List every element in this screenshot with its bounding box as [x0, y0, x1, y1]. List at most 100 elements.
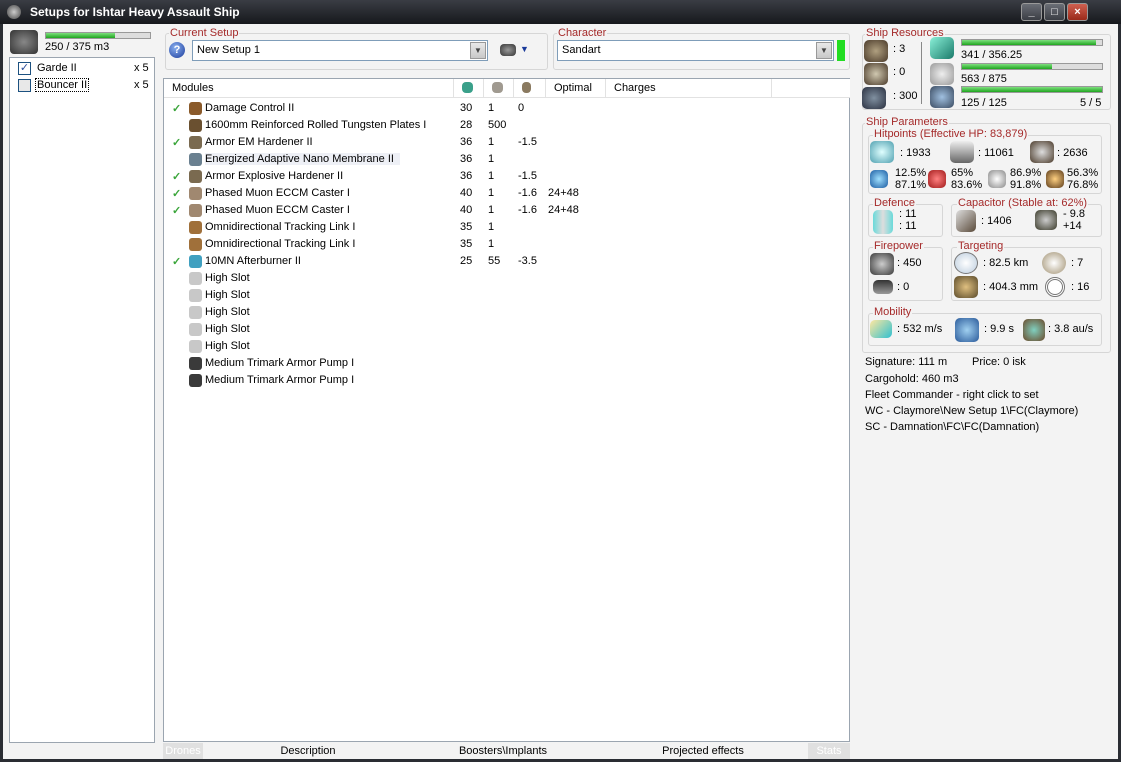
app-icon — [7, 5, 21, 19]
max-targets-value: : 7 — [1071, 257, 1084, 269]
tab-description[interactable]: Description — [203, 743, 413, 759]
module-row[interactable]: Omnidirectional Tracking Link I 35 1 — [164, 219, 844, 236]
explosive-resist-icon — [1046, 170, 1064, 188]
high-slot-icon — [189, 272, 202, 285]
module-row[interactable]: High Slot — [164, 304, 844, 321]
module-power: 500 — [488, 119, 507, 131]
module-capacitor: -1.5 — [518, 136, 537, 148]
drone-item[interactable]: Bouncer II x 5 — [16, 78, 156, 94]
launcher-slots: : 0 — [893, 66, 906, 78]
kinetic-armor-resist: 91.8% — [1010, 179, 1042, 191]
capacitor-icon — [956, 210, 976, 232]
tab-boosters-implants[interactable]: Boosters\Implants — [413, 743, 593, 759]
column-header-cpu[interactable] — [454, 79, 484, 98]
squad-commander[interactable]: SC - Damnation\FC\FC(Damnation) — [865, 421, 1039, 433]
calibration-icon — [862, 87, 886, 109]
drone-checkbox[interactable]: ✓ — [18, 62, 31, 75]
module-row[interactable]: ✓ Phased Muon ECCM Caster I 40 1 -1.6 24+48 — [164, 202, 844, 219]
drone-checkbox[interactable] — [18, 79, 31, 92]
targeting-label: Targeting — [957, 240, 1005, 252]
module-optimal: 24+48 — [548, 204, 579, 216]
module-row[interactable]: High Slot — [164, 287, 844, 304]
module-row[interactable]: High Slot — [164, 270, 844, 287]
module-power: 1 — [488, 238, 495, 250]
module-name: Damage Control II — [205, 102, 295, 114]
module-row[interactable]: ✓ Armor EM Hardener II 36 1 -1.5 — [164, 134, 844, 151]
column-header-charges[interactable]: Charges — [606, 79, 772, 98]
defence-value-b: : 11 — [899, 220, 917, 232]
module-row[interactable]: Medium Trimark Armor Pump I — [164, 355, 844, 372]
em-shield-resist: 12.5% — [895, 167, 927, 179]
fleet-commander[interactable]: Fleet Commander - right click to set — [865, 389, 1039, 401]
module-name: High Slot — [205, 272, 250, 284]
module-row[interactable]: Omnidirectional Tracking Link I 35 1 — [164, 236, 844, 253]
module-cpu: 35 — [460, 238, 473, 250]
setup-select[interactable]: New Setup 1 ▼ — [192, 40, 488, 61]
module-power: 1 — [488, 102, 495, 114]
module-power: 1 — [488, 187, 495, 199]
tab-stats[interactable]: Stats — [808, 743, 850, 759]
powergrid-value: 563 / 875 — [961, 73, 1007, 85]
tab-drones[interactable]: Drones — [163, 743, 203, 759]
module-name: High Slot — [205, 306, 250, 318]
module-name: Armor EM Hardener II — [205, 136, 313, 148]
minimize-button[interactable]: _ — [1021, 3, 1042, 21]
hitpoints-label: Hitpoints (Effective HP: 83,879) — [873, 128, 1029, 140]
active-check-icon: ✓ — [172, 103, 182, 115]
tab-projected-effects[interactable]: Projected effects — [593, 743, 813, 759]
thermal-resist-icon — [928, 170, 946, 188]
module-name: Armor Explosive Hardener II — [205, 170, 344, 182]
wing-commander[interactable]: WC - Claymore\New Setup 1\FC(Claymore) — [865, 405, 1078, 417]
module-optimal: 24+48 — [548, 187, 579, 199]
module-row[interactable]: ✓ Armor Explosive Hardener II 36 1 -1.5 — [164, 168, 844, 185]
calibration-value: : 300 — [893, 90, 918, 102]
divider — [921, 42, 922, 104]
character-status-indicator — [837, 40, 845, 61]
module-row[interactable]: High Slot — [164, 338, 844, 355]
drone-bay-icon — [10, 30, 38, 54]
drone-name: Bouncer II — [35, 78, 90, 92]
setup-value: New Setup 1 — [197, 44, 260, 56]
cpu-icon — [930, 37, 954, 59]
column-header-modules[interactable]: Modules — [164, 79, 454, 98]
dropdown-arrow-icon[interactable]: ▼ — [520, 44, 529, 54]
help-icon[interactable]: ? — [169, 42, 185, 58]
recharge-icon — [1035, 210, 1057, 230]
module-row[interactable]: 1600mm Reinforced Rolled Tungsten Plates… — [164, 117, 844, 134]
column-header-power[interactable] — [484, 79, 514, 98]
module-row[interactable]: ✓ 10MN Afterburner II 25 55 -3.5 — [164, 253, 844, 270]
powergrid-icon — [930, 63, 954, 85]
window-title: Setups for Ishtar Heavy Assault Ship — [30, 5, 240, 19]
column-header-capacitor[interactable] — [514, 79, 546, 98]
module-row[interactable]: Medium Trimark Armor Pump I — [164, 372, 844, 389]
drone-bandwidth-icon — [930, 86, 954, 108]
modules-list[interactable]: Modules Optimal Charges ✓ Damage Control … — [163, 78, 850, 742]
maximize-button[interactable]: □ — [1044, 3, 1065, 21]
module-row[interactable]: High Slot — [164, 321, 844, 338]
chevron-down-icon[interactable]: ▼ — [470, 42, 486, 59]
drone-item[interactable]: ✓ Garde II x 5 — [16, 61, 156, 77]
column-header-optimal[interactable]: Optimal — [546, 79, 606, 98]
align-time-icon — [955, 318, 979, 342]
launcher-hardpoint-icon — [864, 63, 888, 85]
mobility-label: Mobility — [873, 306, 913, 318]
module-row[interactable]: Energized Adaptive Nano Membrane II 36 1 — [164, 151, 844, 168]
module-cpu: 36 — [460, 136, 473, 148]
scan-resolution-value: : 404.3 mm — [983, 281, 1039, 293]
max-targets-icon — [1042, 252, 1066, 274]
chevron-down-icon[interactable]: ▼ — [816, 42, 832, 59]
volley-value: : 0 — [897, 281, 910, 293]
drone-list: ✓ Garde II x 5 Bouncer II x 5 — [9, 57, 155, 743]
drone-bandwidth-value: 125 / 125 — [961, 97, 1007, 109]
ship-menu-icon[interactable] — [500, 44, 516, 56]
high-slot-icon — [189, 306, 202, 319]
targeting-range-icon — [954, 252, 978, 274]
character-select[interactable]: Sandart ▼ — [557, 40, 834, 61]
rig-icon — [189, 374, 202, 387]
module-row[interactable]: ✓ Damage Control II 30 1 0 — [164, 100, 844, 117]
close-button[interactable]: × — [1067, 3, 1088, 21]
title-bar: Setups for Ishtar Heavy Assault Ship _ □… — [0, 0, 1121, 24]
module-row[interactable]: ✓ Phased Muon ECCM Caster I 40 1 -1.6 24+48 — [164, 185, 844, 202]
turret-hardpoint-icon — [864, 40, 888, 62]
cpu-value: 341 / 356.25 — [961, 49, 1023, 61]
